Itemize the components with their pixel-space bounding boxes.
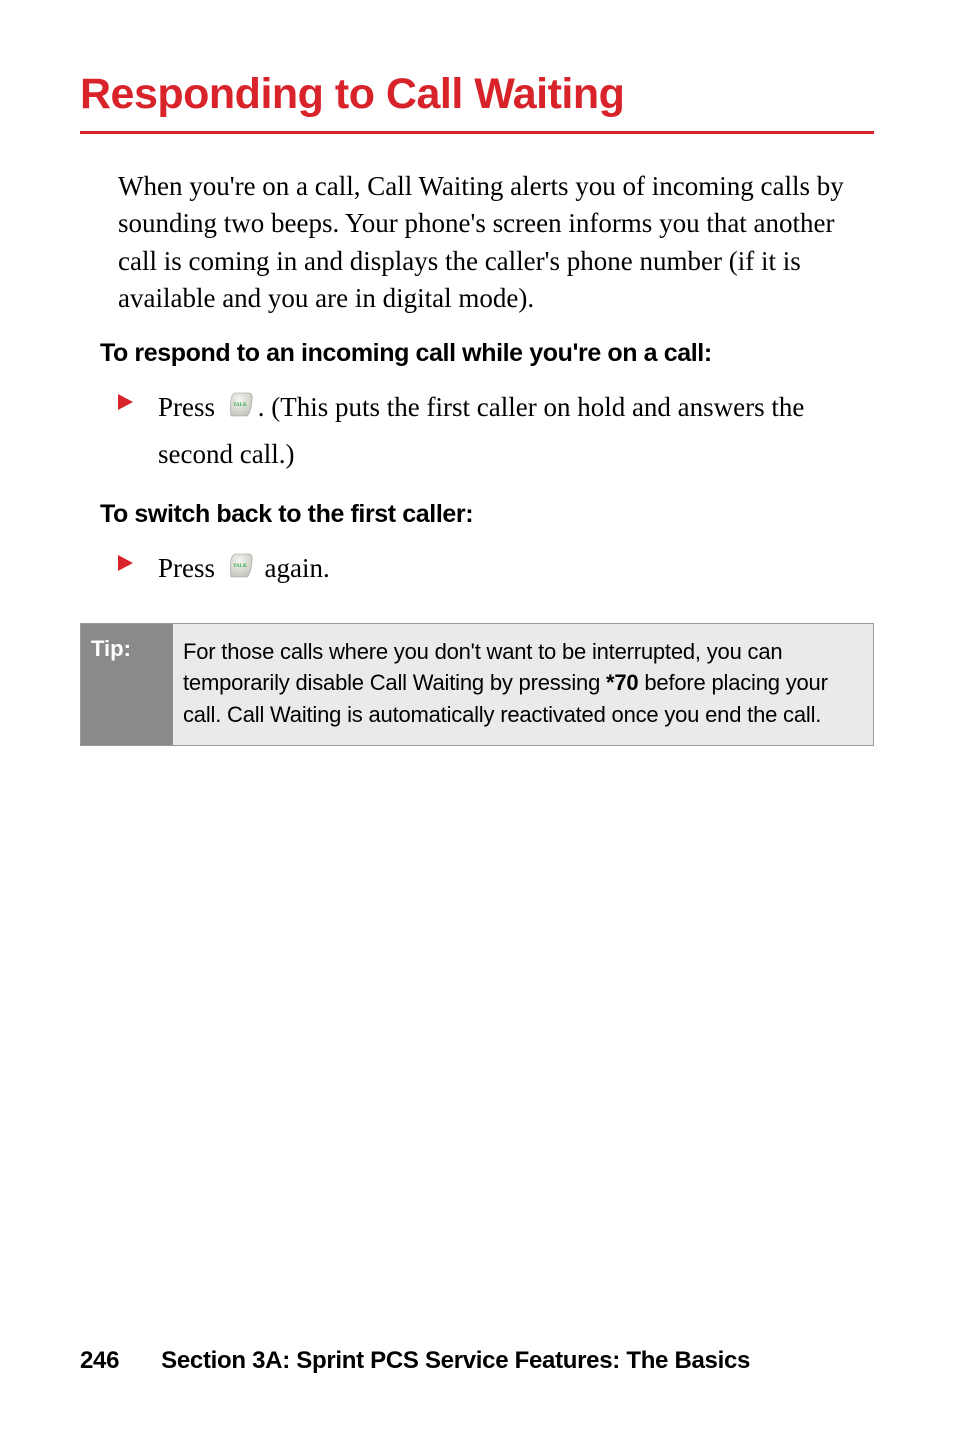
page-footer: 246 Section 3A: Sprint PCS Service Featur… [80,1347,750,1375]
subhead-switch: To switch back to the first caller: [100,500,874,529]
page-title: Responding to Call Waiting [80,70,874,119]
tip-label: Tip: [81,624,173,746]
step-text: Press TALK again. [158,547,874,594]
steps-switch: Press TALK again. [118,547,874,594]
subhead-respond: To respond to an incoming call while you… [100,339,874,368]
step-respond-1: Press TALK. (This puts the first caller … [118,386,874,476]
intro-paragraph: When you're on a call, Call Waiting aler… [118,168,874,317]
step-text-b: again. [258,553,330,583]
step-switch-1: Press TALK again. [118,547,874,594]
bullet-icon [118,555,136,571]
step-text-a: Press [158,392,222,422]
step-text: Press TALK. (This puts the first caller … [158,386,874,476]
tip-body-bold: *70 [606,670,638,695]
step-text-b: . (This puts the first caller on hold an… [158,392,804,469]
section-label: Section 3A: Sprint PCS Service Features:… [161,1347,750,1374]
step-text-a: Press [158,553,222,583]
steps-respond: Press TALK. (This puts the first caller … [118,386,874,476]
tip-body: For those calls where you don't want to … [173,624,873,746]
talk-key-icon: TALK [225,551,255,594]
svg-text:TALK: TALK [233,564,247,569]
title-rule [80,131,874,134]
bullet-icon [118,394,136,410]
svg-text:TALK: TALK [233,403,247,408]
talk-key-icon: TALK [225,390,255,433]
tip-box: Tip: For those calls where you don't wan… [80,623,874,747]
page-container: Responding to Call Waiting When you're o… [0,0,954,1431]
page-number: 246 [80,1347,119,1375]
